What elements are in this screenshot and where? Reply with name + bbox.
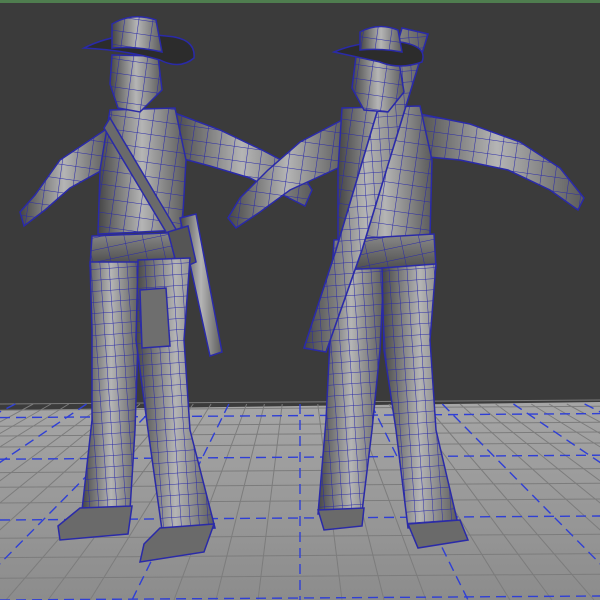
viewport-canvas[interactable] (0, 0, 600, 600)
viewport-border (0, 0, 600, 3)
back-left-boot (317, 507, 365, 531)
3d-viewport[interactable] (0, 0, 600, 600)
